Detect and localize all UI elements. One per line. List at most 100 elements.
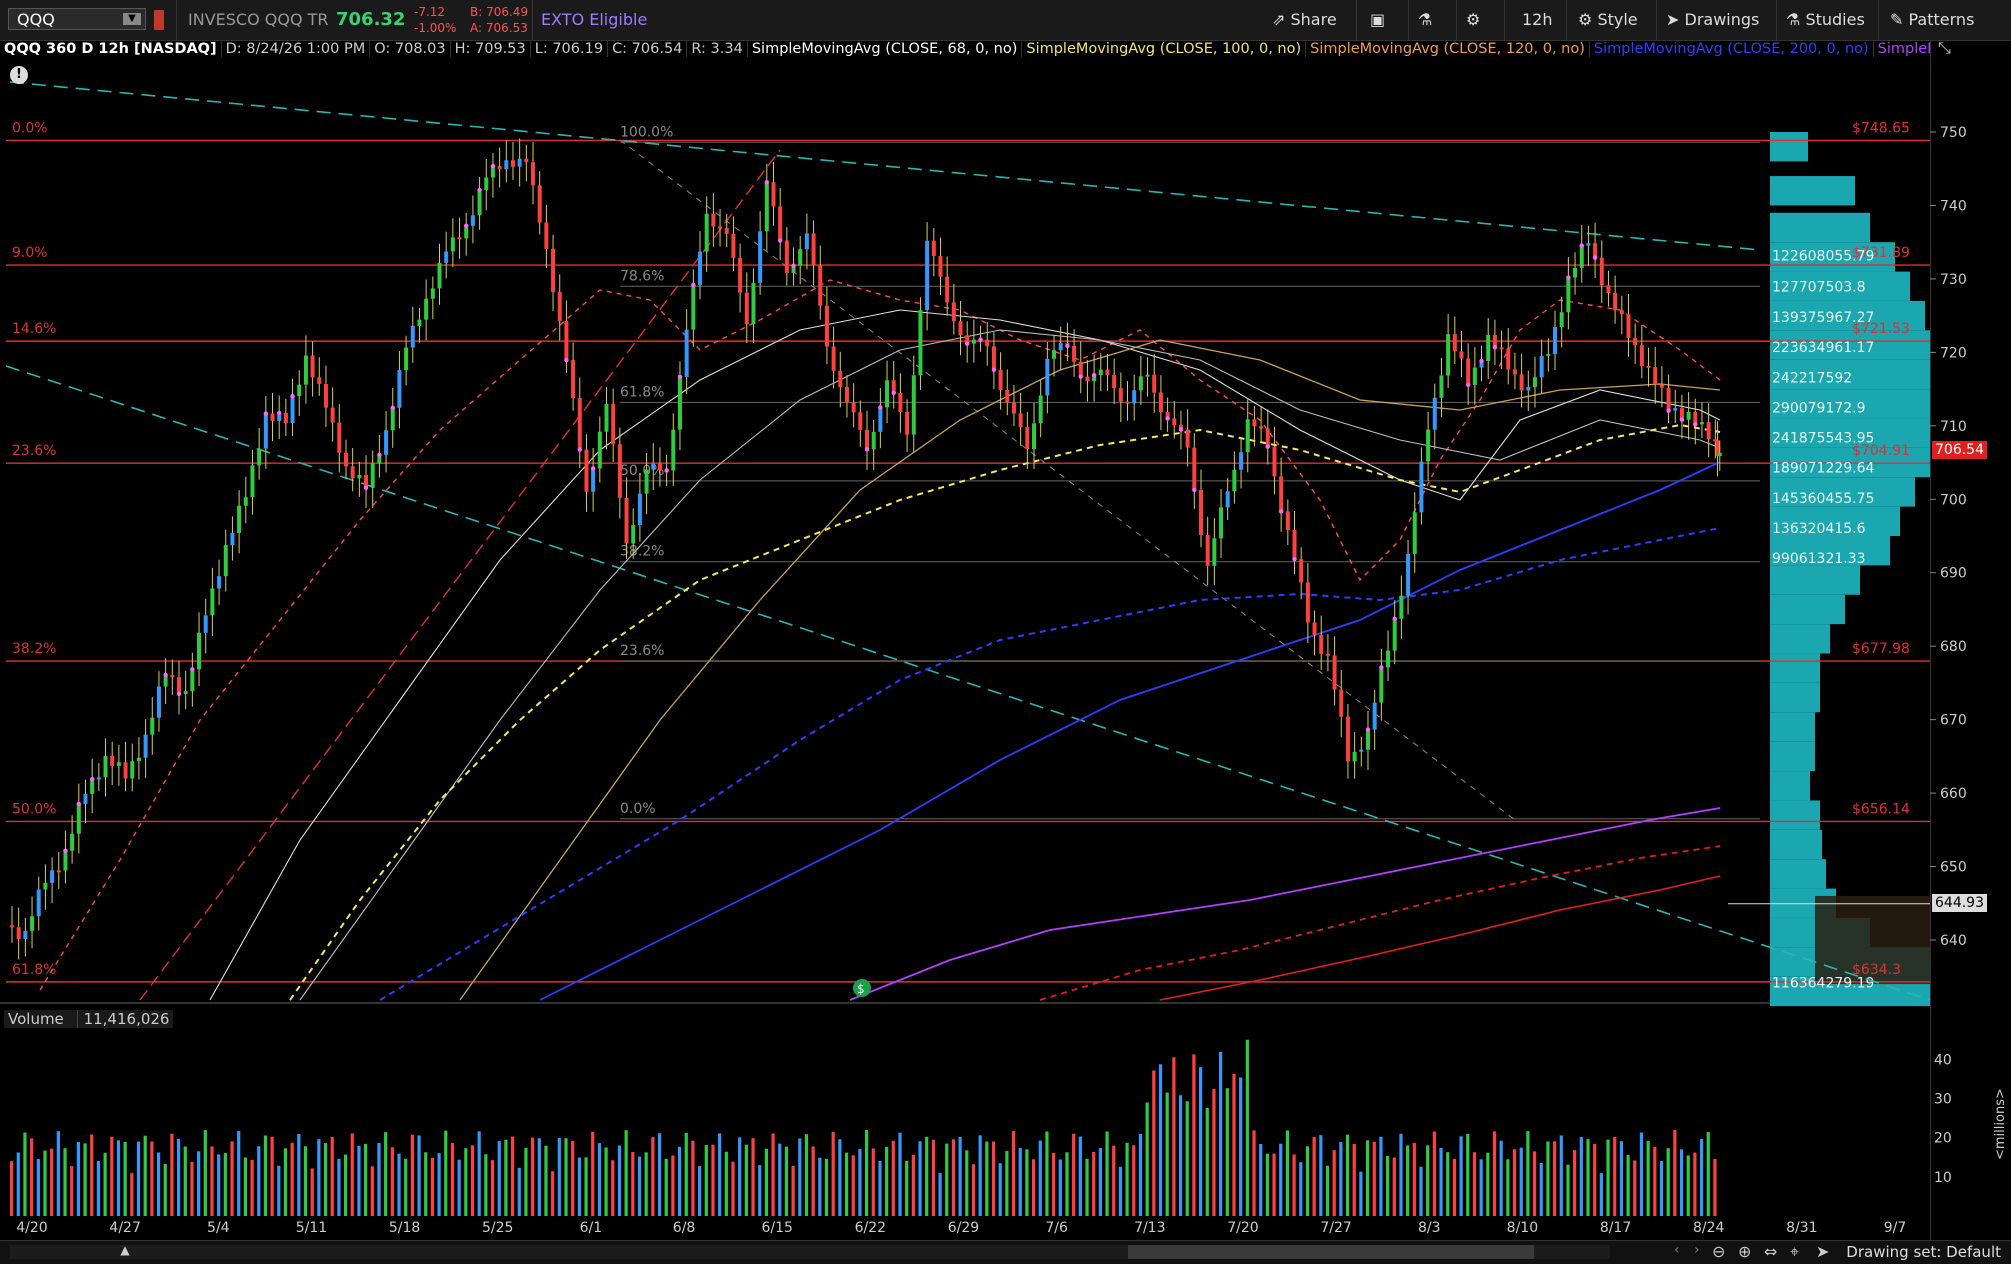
candle-body[interactable] — [724, 228, 729, 234]
candle-body[interactable] — [998, 369, 1003, 390]
candle-body[interactable] — [1717, 452, 1722, 457]
volume-bar[interactable] — [1245, 1039, 1249, 1216]
volume-bar[interactable] — [10, 1161, 14, 1216]
volume-bar[interactable] — [1679, 1149, 1684, 1216]
volume-bar[interactable] — [1459, 1136, 1463, 1216]
volume-bar[interactable] — [1052, 1152, 1056, 1216]
volume-bar[interactable] — [1158, 1064, 1163, 1216]
volume-bar[interactable] — [156, 1152, 161, 1216]
candle-body[interactable] — [1239, 452, 1244, 470]
volume-bar[interactable] — [390, 1147, 394, 1216]
candle-body[interactable] — [1265, 428, 1270, 447]
volume-bar[interactable] — [197, 1151, 201, 1216]
volume-bar[interactable] — [323, 1143, 328, 1216]
crosshair-icon[interactable]: ⌖ — [1790, 1242, 1799, 1262]
volume-bar[interactable] — [1118, 1166, 1123, 1216]
candle-body[interactable] — [564, 320, 569, 361]
volume-bar[interactable] — [1005, 1151, 1009, 1216]
volume-bar[interactable] — [397, 1153, 401, 1216]
candle-body[interactable] — [758, 231, 763, 283]
candle-body[interactable] — [183, 691, 188, 694]
candle-body[interactable] — [1245, 419, 1250, 453]
volume-bar[interactable] — [925, 1136, 929, 1216]
candle-body[interactable] — [43, 882, 48, 890]
candle-body[interactable] — [317, 377, 322, 384]
volume-bar[interactable] — [811, 1146, 815, 1216]
candle-body[interactable] — [1085, 376, 1090, 382]
volume-bar[interactable] — [1018, 1147, 1022, 1216]
candle-body[interactable] — [1653, 367, 1658, 385]
volume-bar[interactable] — [1312, 1137, 1316, 1216]
candle-body[interactable] — [1466, 358, 1471, 385]
volume-bar[interactable] — [878, 1161, 882, 1216]
candle-body[interactable] — [1319, 634, 1324, 654]
candle-body[interactable] — [1419, 461, 1424, 513]
candle-body[interactable] — [1125, 401, 1130, 404]
candle-body[interactable] — [878, 407, 883, 432]
candle-body[interactable] — [551, 248, 556, 292]
volume-bar[interactable] — [430, 1157, 435, 1216]
candle-body[interactable] — [357, 474, 362, 479]
candle-body[interactable] — [1339, 689, 1344, 717]
volume-bar[interactable] — [1553, 1141, 1557, 1216]
candle-body[interactable] — [657, 463, 662, 471]
candle-body[interactable] — [824, 305, 829, 347]
volume-bar[interactable] — [1486, 1152, 1490, 1216]
volume-bar[interactable] — [1132, 1145, 1136, 1216]
volume-bar[interactable] — [1239, 1077, 1243, 1216]
candle-body[interactable] — [1292, 530, 1297, 560]
volume-bar[interactable] — [604, 1147, 608, 1216]
volume-bar[interactable] — [1198, 1067, 1203, 1216]
volume-bar[interactable] — [203, 1130, 207, 1216]
candle-body[interactable] — [404, 347, 409, 371]
candle-body[interactable] — [1325, 653, 1330, 656]
volume-bar[interactable] — [1492, 1131, 1497, 1216]
volume-bar[interactable] — [844, 1152, 849, 1216]
volume-bar[interactable] — [571, 1141, 575, 1216]
candle-body[interactable] — [1452, 334, 1457, 352]
volume-bar[interactable] — [1325, 1165, 1330, 1216]
candle-body[interactable] — [1045, 358, 1050, 396]
volume-bar[interactable] — [1365, 1140, 1370, 1216]
volume-bar[interactable] — [1686, 1155, 1690, 1216]
candle-body[interactable] — [23, 930, 28, 939]
candle-body[interactable] — [1359, 749, 1364, 752]
volume-bar[interactable] — [317, 1139, 321, 1216]
volume-bar[interactable] — [163, 1164, 167, 1216]
scroll-left-icon[interactable]: ‹ — [1674, 1242, 1680, 1258]
candle-body[interactable] — [851, 402, 856, 413]
volume-bar[interactable] — [918, 1141, 922, 1216]
volume-bar[interactable] — [464, 1148, 468, 1216]
candle-body[interactable] — [631, 524, 636, 544]
candle-body[interactable] — [16, 927, 21, 939]
volume-bar[interactable] — [1606, 1139, 1610, 1216]
volume-bar[interactable] — [591, 1131, 595, 1216]
candle-body[interactable] — [1386, 650, 1391, 668]
volume-bar[interactable] — [624, 1130, 628, 1216]
volume-bar[interactable] — [330, 1136, 334, 1216]
candle-body[interactable] — [1372, 702, 1377, 730]
candle-body[interactable] — [1105, 369, 1110, 375]
candle-body[interactable] — [1185, 429, 1190, 448]
volume-bar[interactable] — [1499, 1140, 1503, 1216]
volume-bar[interactable] — [1185, 1101, 1189, 1216]
volume-bar[interactable] — [744, 1144, 748, 1216]
candle-body[interactable] — [170, 674, 175, 678]
volume-bar[interactable] — [891, 1140, 895, 1216]
candle-body[interactable] — [230, 532, 235, 546]
candle-body[interactable] — [811, 233, 816, 266]
candle-body[interactable] — [544, 222, 549, 249]
candle-body[interactable] — [1539, 355, 1544, 378]
volume-bar[interactable] — [1713, 1158, 1717, 1216]
volume-bar[interactable] — [1105, 1131, 1109, 1216]
candle-body[interactable] — [1633, 337, 1638, 346]
volume-bar[interactable] — [1305, 1146, 1310, 1216]
candle-body[interactable] — [1132, 390, 1137, 404]
volume-bar[interactable] — [517, 1167, 521, 1216]
candle-body[interactable] — [350, 466, 355, 479]
candle-body[interactable] — [90, 779, 95, 794]
candle-body[interactable] — [96, 777, 101, 780]
volume-bar[interactable] — [885, 1146, 889, 1216]
candle-body[interactable] — [684, 329, 689, 377]
volume-bar[interactable] — [1406, 1145, 1410, 1216]
